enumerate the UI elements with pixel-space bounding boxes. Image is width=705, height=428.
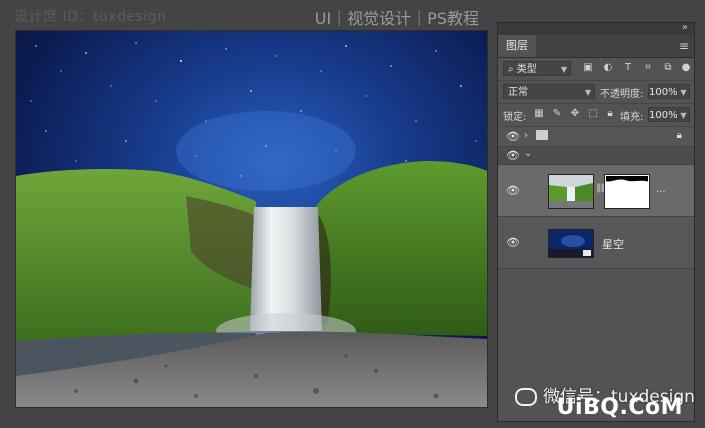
more-options-icon[interactable]: ... — [656, 184, 666, 195]
lock-row: 锁定: ▦ ✎ ✥ ⬚ 🔒︎ 填充: 100% ▼ — [498, 104, 694, 127]
visibility-eye-icon[interactable]: 👁︎ — [506, 131, 520, 143]
chevron-down-icon: ▼ — [560, 65, 567, 74]
tab-layers[interactable]: 图层 — [498, 35, 536, 57]
opacity-dropdown-icon[interactable]: ▼ — [677, 84, 690, 99]
chevron-right-icon[interactable]: › — [524, 130, 528, 141]
lock-all-icon[interactable]: 🔒︎ — [604, 108, 616, 120]
filter-kind-label: 类型 — [516, 64, 537, 75]
blend-mode-value: 正常 — [508, 87, 528, 98]
panel-tab-row: 图层 ≡ — [498, 35, 694, 58]
composite-image — [16, 31, 487, 407]
waterfall — [250, 207, 322, 331]
blend-row: 正常 ▼ 不透明度: 100% ▼ — [498, 81, 694, 104]
layer-filter-row: ⌕ 类型 ▼ ▣ ◐ T ⌗ ⧉ ● — [498, 58, 694, 81]
collapse-panel-icon[interactable]: » — [682, 22, 688, 33]
fill-dropdown-icon[interactable]: ▼ — [677, 107, 690, 122]
layer-waterfall-masked[interactable]: 👁︎ ⛓︎ ... — [498, 165, 694, 217]
watermark-top-left: 设计庶 ID：tuxdesign — [14, 9, 167, 25]
folder-icon — [536, 130, 548, 140]
image-filter-icon[interactable]: ▣ — [582, 62, 594, 74]
layers-panel: » 图层 ≡ ⌕ 类型 ▼ ▣ ◐ T ⌗ ⧉ ● 正常 ▼ 不透明度: 100… — [497, 22, 695, 422]
lock-label: 锁定: — [503, 112, 527, 123]
visibility-eye-icon[interactable]: 👁︎ — [506, 150, 520, 162]
panel-menu-icon[interactable]: ≡ — [679, 39, 689, 53]
layer-thumbnail — [548, 174, 594, 209]
right-cliff — [316, 161, 487, 336]
lock-artboard-icon[interactable]: ⬚ — [587, 108, 599, 120]
smart-object-filter-icon[interactable]: ⧉ — [662, 62, 674, 74]
search-icon: ⌕ — [508, 64, 514, 75]
wechat-icon — [515, 388, 537, 406]
fill-label: 填充: — [620, 112, 644, 123]
opacity-label: 不透明度: — [600, 89, 644, 100]
chevron-down-icon[interactable]: ⌄ — [524, 148, 532, 159]
visibility-eye-icon[interactable]: 👁︎ — [506, 237, 520, 249]
site-watermark: UiBQ.CoM — [556, 395, 683, 420]
blend-mode-select[interactable]: 正常 ▼ — [503, 84, 595, 99]
filter-kind-select[interactable]: ⌕ 类型 ▼ — [503, 61, 571, 76]
document-canvas[interactable] — [15, 30, 488, 408]
panel-title-bar: » — [498, 22, 694, 35]
lock-position-icon[interactable]: ✥ — [569, 108, 581, 120]
group-expanded-row[interactable]: 👁︎ ⌄ — [498, 147, 694, 165]
lock-icon: 🔒︎ — [676, 130, 682, 141]
layer-group[interactable]: 👁︎ › 🔒︎ — [498, 127, 694, 147]
lock-transparent-icon[interactable]: ▦ — [533, 108, 545, 120]
text-filter-icon[interactable]: T — [622, 62, 634, 74]
chevron-down-icon: ▼ — [584, 88, 591, 97]
visibility-eye-icon[interactable]: 👁︎ — [506, 185, 520, 197]
opacity-input[interactable]: 100% — [648, 84, 678, 99]
layer-thumbnail — [548, 229, 594, 258]
adjustment-filter-icon[interactable]: ◐ — [602, 62, 614, 74]
layer-name[interactable]: 星空 — [602, 236, 624, 252]
filter-toggle-icon[interactable]: ● — [680, 62, 692, 74]
layer-mask-thumbnail[interactable] — [604, 174, 650, 209]
fill-input[interactable]: 100% — [648, 107, 678, 122]
shape-filter-icon[interactable]: ⌗ — [642, 62, 654, 74]
layer-starry-sky[interactable]: 👁︎ 星空 — [498, 217, 694, 269]
watermark-top-right: UI｜视觉设计｜PS教程 — [314, 9, 479, 28]
lock-paint-icon[interactable]: ✎ — [551, 108, 563, 120]
